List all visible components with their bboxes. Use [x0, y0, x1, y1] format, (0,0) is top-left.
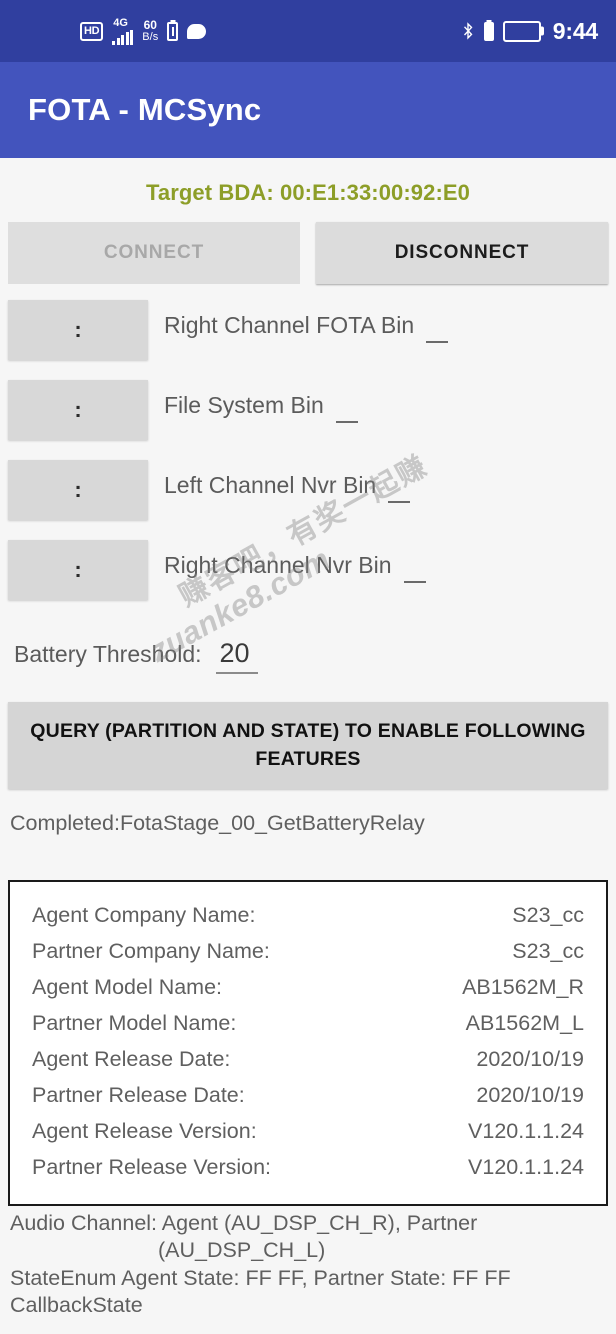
- info-key: Agent Company Name:: [32, 903, 256, 928]
- info-value: 2020/10/19: [476, 1046, 584, 1071]
- signal-bars-icon: 4G: [112, 16, 134, 45]
- table-row: Partner Model Name: AB1562M_L: [32, 1006, 584, 1042]
- file-label-text: Right Channel Nvr Bin: [164, 552, 392, 578]
- main-content: Target BDA: 00:E1:33:00:92:E0 CONNECT DI…: [0, 158, 616, 1320]
- file-label-text: File System Bin: [164, 392, 324, 418]
- file-picker-button-left-channel-nvr-bin[interactable]: :: [8, 460, 148, 520]
- info-key: Agent Release Version:: [32, 1118, 257, 1143]
- alarm-battery-icon: [167, 21, 179, 41]
- file-row-right-channel-fota-bin: : Right Channel FOTA Bin: [0, 300, 616, 364]
- table-row: Agent Model Name: AB1562M_R: [32, 970, 584, 1006]
- info-value: V120.1.1.24: [468, 1118, 584, 1143]
- file-picker-button-right-channel-nvr-bin[interactable]: :: [8, 540, 148, 600]
- table-row: Partner Release Date: 2020/10/19: [32, 1078, 584, 1114]
- file-label-text: Right Channel FOTA Bin: [164, 312, 415, 338]
- info-value: S23_cc: [512, 903, 584, 928]
- file-row-file-system-bin: : File System Bin: [0, 380, 616, 444]
- file-path-blank-icon: [426, 341, 449, 343]
- file-label-right-channel-nvr-bin: Right Channel Nvr Bin: [164, 552, 608, 583]
- file-label-text: Left Channel Nvr Bin: [164, 472, 377, 498]
- target-bda-label: Target BDA: 00:E1:33:00:92:E0: [145, 180, 471, 205]
- file-path-blank-icon: [388, 501, 411, 503]
- battery-threshold-input[interactable]: 20: [215, 638, 258, 674]
- table-row: Partner Release Version: V120.1.1.24: [32, 1150, 584, 1186]
- audio-channel-line-2: (AU_DSP_CH_L): [158, 1238, 326, 1263]
- page-title: FOTA - MCSync: [28, 92, 262, 127]
- info-key: Partner Release Version:: [32, 1154, 272, 1179]
- disconnect-button[interactable]: DISCONNECT: [316, 222, 608, 284]
- status-bar: HD 4G 60 B/s 9:44: [0, 0, 616, 62]
- hd-badge-icon: HD: [80, 21, 104, 41]
- table-row: Agent Release Date: 2020/10/19: [32, 1042, 584, 1078]
- battery-threshold-row: Battery Threshold: 20: [0, 638, 616, 674]
- file-picker-button-right-channel-fota-bin[interactable]: :: [8, 300, 148, 360]
- status-bar-right-icons: 9:44: [461, 18, 598, 45]
- info-key: Agent Release Date:: [32, 1046, 231, 1071]
- query-partition-and-state-button[interactable]: QUERY (PARTITION AND STATE) TO ENABLE FO…: [8, 702, 608, 790]
- network-speed-unit: B/s: [142, 30, 159, 43]
- clock: 9:44: [552, 17, 598, 44]
- info-key: Partner Company Name:: [32, 939, 270, 964]
- connect-button[interactable]: CONNECT: [8, 222, 300, 284]
- callback-state-line: CallbackState: [10, 1293, 143, 1318]
- status-bar-left-icons: HD 4G 60 B/s: [80, 16, 207, 45]
- status-message: Completed:FotaStage_00_GetBatteryRelay: [10, 811, 425, 836]
- info-value: S23_cc: [512, 939, 584, 964]
- network-type-label: 4G: [113, 16, 128, 29]
- info-key: Partner Model Name:: [32, 1011, 237, 1036]
- network-speed-icon: 60 B/s: [142, 19, 158, 43]
- file-row-left-channel-nvr-bin: : Left Channel Nvr Bin: [0, 460, 616, 524]
- file-label-right-channel-fota-bin: Right Channel FOTA Bin: [164, 312, 608, 343]
- info-key: Partner Release Date:: [32, 1082, 245, 1107]
- table-row: Agent Company Name: S23_cc: [32, 898, 584, 934]
- app-bar: FOTA - MCSync: [0, 62, 616, 158]
- file-path-blank-icon: [403, 581, 426, 583]
- info-value: AB1562M_L: [465, 1011, 584, 1036]
- battery-icon: [502, 20, 541, 42]
- network-speed-value: 60: [143, 17, 157, 32]
- connection-button-row: CONNECT DISCONNECT: [0, 222, 616, 284]
- info-value: V120.1.1.24: [468, 1154, 584, 1179]
- table-row: Agent Release Version: V120.1.1.24: [32, 1114, 584, 1150]
- file-path-blank-icon: [335, 421, 358, 423]
- audio-channel-line-1: Audio Channel: Agent (AU_DSP_CH_R), Part…: [10, 1210, 478, 1235]
- info-key: Agent Model Name:: [32, 975, 223, 1000]
- battery-small-icon: [483, 21, 494, 41]
- state-enum-line: StateEnum Agent State: FF FF, Partner St…: [10, 1265, 511, 1290]
- file-row-right-channel-nvr-bin: : Right Channel Nvr Bin: [0, 540, 616, 604]
- message-bubble-icon: [187, 23, 207, 39]
- file-label-file-system-bin: File System Bin: [164, 392, 608, 423]
- bluetooth-icon: [463, 21, 473, 40]
- file-label-left-channel-nvr-bin: Left Channel Nvr Bin: [164, 472, 608, 503]
- file-picker-button-file-system-bin[interactable]: :: [8, 380, 148, 440]
- battery-threshold-label: Battery Threshold:: [14, 641, 202, 667]
- table-row: Partner Company Name: S23_cc: [32, 934, 584, 970]
- footer-status-block: Audio Channel: Agent (AU_DSP_CH_R), Part…: [0, 1206, 616, 1320]
- signal-strength-bars: [112, 29, 134, 45]
- device-info-table: Agent Company Name: S23_cc Partner Compa…: [8, 880, 608, 1206]
- info-value: 2020/10/19: [476, 1082, 584, 1107]
- info-value: AB1562M_R: [462, 975, 584, 1000]
